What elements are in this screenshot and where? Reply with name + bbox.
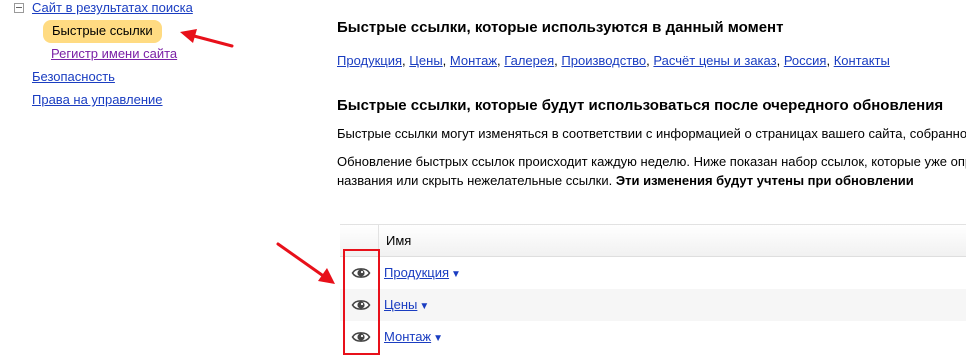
annotation-arrow-sidebar	[180, 29, 234, 48]
annotation-arrow-table	[276, 242, 335, 284]
annotation-arrows	[180, 29, 335, 284]
